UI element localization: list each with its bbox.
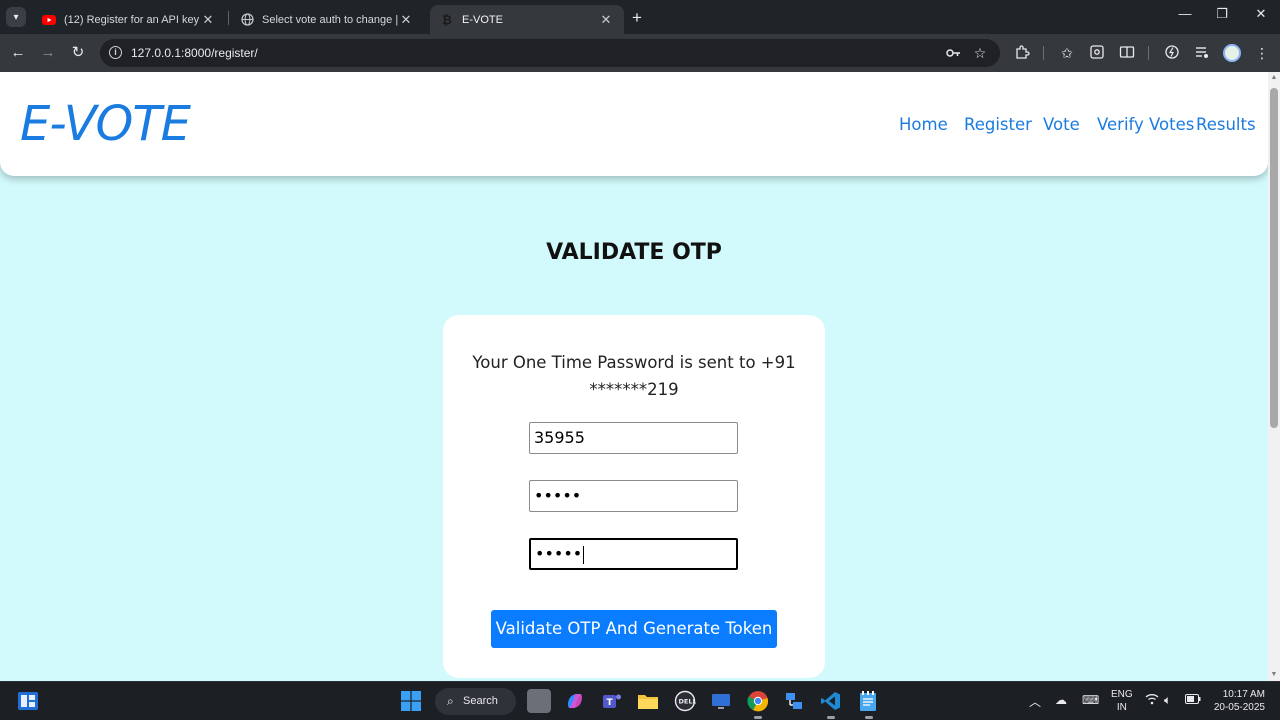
file-explorer-icon[interactable] (636, 689, 660, 713)
tab-title: (12) Register for an API key for (64, 13, 200, 26)
extensions-puzzle-icon[interactable] (1013, 44, 1031, 62)
nav-results[interactable]: Results (1196, 115, 1256, 134)
vscode-active-indicator (827, 716, 835, 719)
region-code: IN (1116, 702, 1127, 713)
show-hidden-icons-chevron-icon[interactable]: ︿ (1029, 693, 1041, 710)
chrome-active-indicator (754, 716, 762, 719)
bookmark-star-icon[interactable]: ☆ (972, 45, 988, 61)
globe-icon (240, 13, 254, 27)
site-logo[interactable]: E-VOTE (20, 96, 191, 152)
page-title: VALIDATE OTP (546, 240, 722, 265)
youtube-icon (42, 13, 56, 27)
tab-evote[interactable]: ₿ E-VOTE ✕ (430, 5, 624, 34)
battery-icon[interactable] (1185, 693, 1201, 707)
page-scrollbar[interactable]: ▲ ▼ (1268, 72, 1280, 681)
close-window-icon[interactable]: ✕ (1246, 6, 1276, 22)
close-tab-icon[interactable]: ✕ (598, 12, 614, 28)
favorites-star-icon[interactable]: ✩ (1058, 44, 1076, 62)
close-tab-icon[interactable]: ✕ (200, 12, 216, 28)
site-info-icon[interactable]: i (109, 46, 122, 59)
minimize-icon[interactable]: — (1170, 6, 1200, 21)
otp-form-card: Your One Time Password is sent to +91 **… (443, 315, 825, 678)
svg-text:T: T (607, 698, 614, 708)
validate-otp-button[interactable]: Validate OTP And Generate Token (491, 610, 777, 648)
scroll-down-arrow-icon[interactable]: ▼ (1270, 671, 1278, 679)
confirm-password-mask: ••••• (535, 544, 583, 563)
address-bar[interactable]: i 127.0.0.1:8000/register/ ☆ (100, 39, 1000, 67)
notepad-active-indicator (865, 716, 873, 719)
dell-icon[interactable]: DELL (673, 689, 697, 713)
reading-mode-icon[interactable] (1118, 44, 1136, 62)
nav-register[interactable]: Register (964, 115, 1032, 134)
onedrive-icon[interactable]: ☁ (1055, 693, 1067, 707)
language-code: ENG (1111, 689, 1133, 700)
nav-verify-votes[interactable]: Verify Votes (1097, 115, 1194, 134)
tab-django-admin[interactable]: Select vote auth to change | Dja ✕ (230, 5, 424, 34)
site-header: E-VOTE Home Register Vote Verify Votes R… (0, 72, 1268, 176)
browser-toolbar: ← → ↻ i 127.0.0.1:8000/register/ ☆ ✩ ⋮ (0, 34, 1280, 72)
bitcoin-icon: ₿ (440, 13, 454, 27)
windows-taskbar: ⌕ Search T DELL ︿ ☁ ⌨ ENG IN 🔈︎ 10:17 AM… (0, 681, 1280, 720)
vscode-icon[interactable] (819, 689, 843, 713)
tab-youtube[interactable]: (12) Register for an API key for ✕ (32, 5, 226, 34)
tab-title: E-VOTE (462, 13, 503, 26)
nav-vote[interactable]: Vote (1043, 115, 1080, 134)
language-indicator[interactable]: ENG IN (1111, 688, 1133, 714)
password-input[interactable]: ••••• (529, 480, 738, 512)
windows-start-icon[interactable] (399, 689, 423, 713)
back-arrow-icon[interactable]: ← (8, 43, 28, 63)
tab-search-chevron-icon[interactable]: ▾ (6, 7, 26, 27)
keyboard-icon[interactable]: ⌨ (1082, 693, 1099, 707)
tab-title: Select vote auth to change | Dja (262, 13, 398, 26)
close-tab-icon[interactable]: ✕ (398, 12, 414, 28)
toolbar-divider (1148, 46, 1149, 60)
url-text[interactable]: 127.0.0.1:8000/register/ (131, 46, 258, 60)
nav-home[interactable]: Home (899, 115, 948, 134)
taskbar-search[interactable]: ⌕ Search (435, 688, 516, 715)
tab-divider (228, 11, 229, 25)
otp-input[interactable]: 35955 (529, 422, 738, 454)
text-caret (583, 545, 585, 564)
remote-desktop-icon[interactable] (709, 689, 733, 713)
clock-date: 20-05-2025 (1213, 702, 1265, 713)
system-clock[interactable]: 10:17 AM 20-05-2025 (1205, 688, 1265, 714)
volume-icon[interactable]: 🔈︎ (1164, 693, 1171, 708)
copilot-icon[interactable] (563, 689, 587, 713)
clock-time: 10:17 AM (1222, 689, 1265, 700)
notepad-icon[interactable] (856, 689, 880, 713)
svg-text:DELL: DELL (679, 698, 697, 706)
page-viewport: E-VOTE Home Register Vote Verify Votes R… (0, 72, 1268, 681)
toolbar-divider (1043, 46, 1044, 60)
forward-arrow-icon[interactable]: → (38, 43, 58, 63)
media-controls-icon[interactable] (1193, 44, 1211, 62)
wifi-icon[interactable] (1145, 693, 1159, 708)
search-label: Search (463, 695, 498, 707)
more-menu-icon[interactable]: ⋮ (1253, 44, 1271, 62)
restore-icon[interactable]: ❐ (1207, 6, 1237, 22)
widgets-icon[interactable] (17, 690, 39, 712)
confirm-password-input[interactable]: ••••• (529, 538, 738, 570)
profile-avatar[interactable] (1223, 44, 1241, 62)
new-tab-plus-icon[interactable]: + (632, 8, 642, 28)
reload-icon[interactable]: ↻ (68, 43, 88, 63)
scroll-up-arrow-icon[interactable]: ▲ (1270, 74, 1278, 82)
performance-icon[interactable] (1163, 44, 1181, 62)
teams-icon[interactable]: T (600, 689, 624, 713)
screenshot-icon[interactable] (1088, 44, 1106, 62)
chrome-icon[interactable] (746, 689, 770, 713)
network-app-icon[interactable] (782, 689, 806, 713)
scrollbar-thumb[interactable] (1270, 88, 1278, 428)
search-icon: ⌕ (447, 694, 454, 708)
task-view-icon[interactable] (527, 689, 551, 713)
password-key-icon[interactable] (945, 45, 961, 61)
svg-text:₿: ₿ (442, 13, 452, 26)
otp-sent-message: Your One Time Password is sent to +91 **… (472, 353, 796, 399)
browser-tab-bar: ▾ (12) Register for an API key for ✕ Sel… (0, 0, 1280, 34)
